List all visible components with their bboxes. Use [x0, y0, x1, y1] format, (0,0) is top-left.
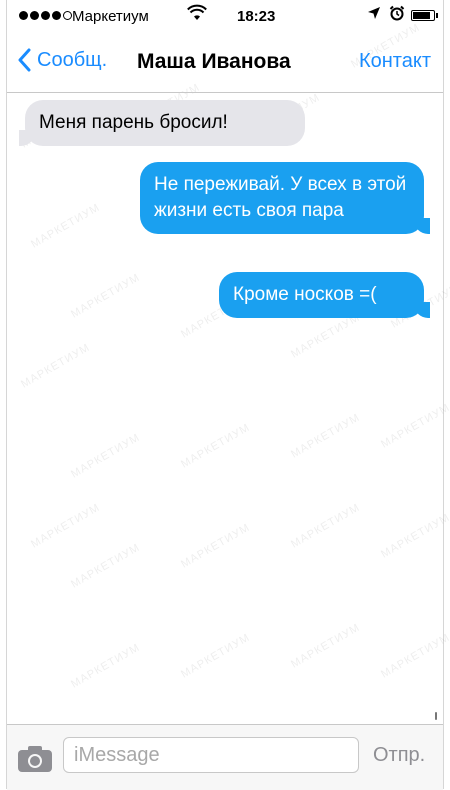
scrollbar[interactable] — [435, 712, 437, 720]
camera-icon — [18, 746, 52, 772]
watermark: МАРКЕТИУМ — [179, 631, 253, 681]
clock: 18:23 — [237, 8, 276, 25]
watermark: МАРКЕТИУМ — [289, 501, 363, 551]
message-text: Меня парень бросил! — [39, 112, 228, 133]
status-bar: Маркетиум 18:23 — [7, 0, 443, 34]
watermark: МАРКЕТИУМ — [69, 541, 143, 591]
message-text: Не переживай. У всех в этой жизни есть с… — [154, 174, 407, 221]
signal-dot — [41, 11, 50, 20]
alarm-icon — [389, 5, 405, 25]
outgoing-message[interactable]: Не переживай. У всех в этой жизни есть с… — [140, 162, 430, 234]
signal-dot — [30, 11, 39, 20]
watermark: МАРКЕТИУМ — [179, 521, 253, 571]
message-input[interactable] — [63, 737, 359, 773]
chevron-left-icon — [18, 48, 31, 72]
wifi-icon — [187, 4, 207, 27]
signal-strength — [19, 11, 72, 20]
incoming-message[interactable]: Меня парень бросил! — [19, 100, 305, 146]
back-button-label: Сообщ. — [37, 48, 108, 71]
watermark: МАРКЕТИУМ — [19, 341, 93, 391]
watermark: МАРКЕТИУМ — [379, 631, 450, 681]
battery-icon — [411, 10, 438, 21]
navigation-bar: Сообщ. Маша Иванова Контакт — [7, 34, 443, 93]
watermark: МАРКЕТИУМ — [29, 201, 103, 251]
watermark: МАРКЕТИУМ — [289, 311, 363, 361]
battery-level — [413, 12, 430, 19]
watermark: МАРКЕТИУМ — [29, 501, 103, 551]
watermark: МАРКЕТИУМ — [69, 641, 143, 691]
signal-dot — [19, 11, 28, 20]
contact-button[interactable]: Контакт — [359, 50, 431, 73]
location-arrow-icon — [367, 6, 381, 23]
message-text: Кроме носков =( — [233, 284, 377, 305]
signal-dot — [52, 11, 61, 20]
watermark: МАРКЕТИУМ — [379, 511, 450, 561]
watermark: МАРКЕТИУМ — [179, 421, 253, 471]
signal-dot — [63, 11, 72, 20]
watermark: МАРКЕТИУМ — [289, 621, 363, 671]
conversation-title: Маша Иванова — [137, 50, 291, 73]
outgoing-message[interactable]: Кроме носков =( — [219, 272, 430, 318]
camera-button[interactable] — [17, 745, 53, 773]
back-button[interactable]: Сообщ. — [17, 48, 107, 72]
message-input-bar: Отпр. — [7, 724, 443, 790]
carrier-name: Маркетиум — [72, 8, 149, 25]
watermark: МАРКЕТИУМ — [379, 401, 450, 451]
watermark: МАРКЕТИУМ — [289, 411, 363, 461]
send-button[interactable]: Отпр. — [373, 744, 425, 767]
messages-screen: МАРКЕТИУМ МАРКЕТИУМ МАРКЕТИУМ МАРКЕТИУМ … — [6, 0, 450, 790]
watermark: МАРКЕТИУМ — [69, 431, 143, 481]
watermark: МАРКЕТИУМ — [69, 271, 143, 321]
